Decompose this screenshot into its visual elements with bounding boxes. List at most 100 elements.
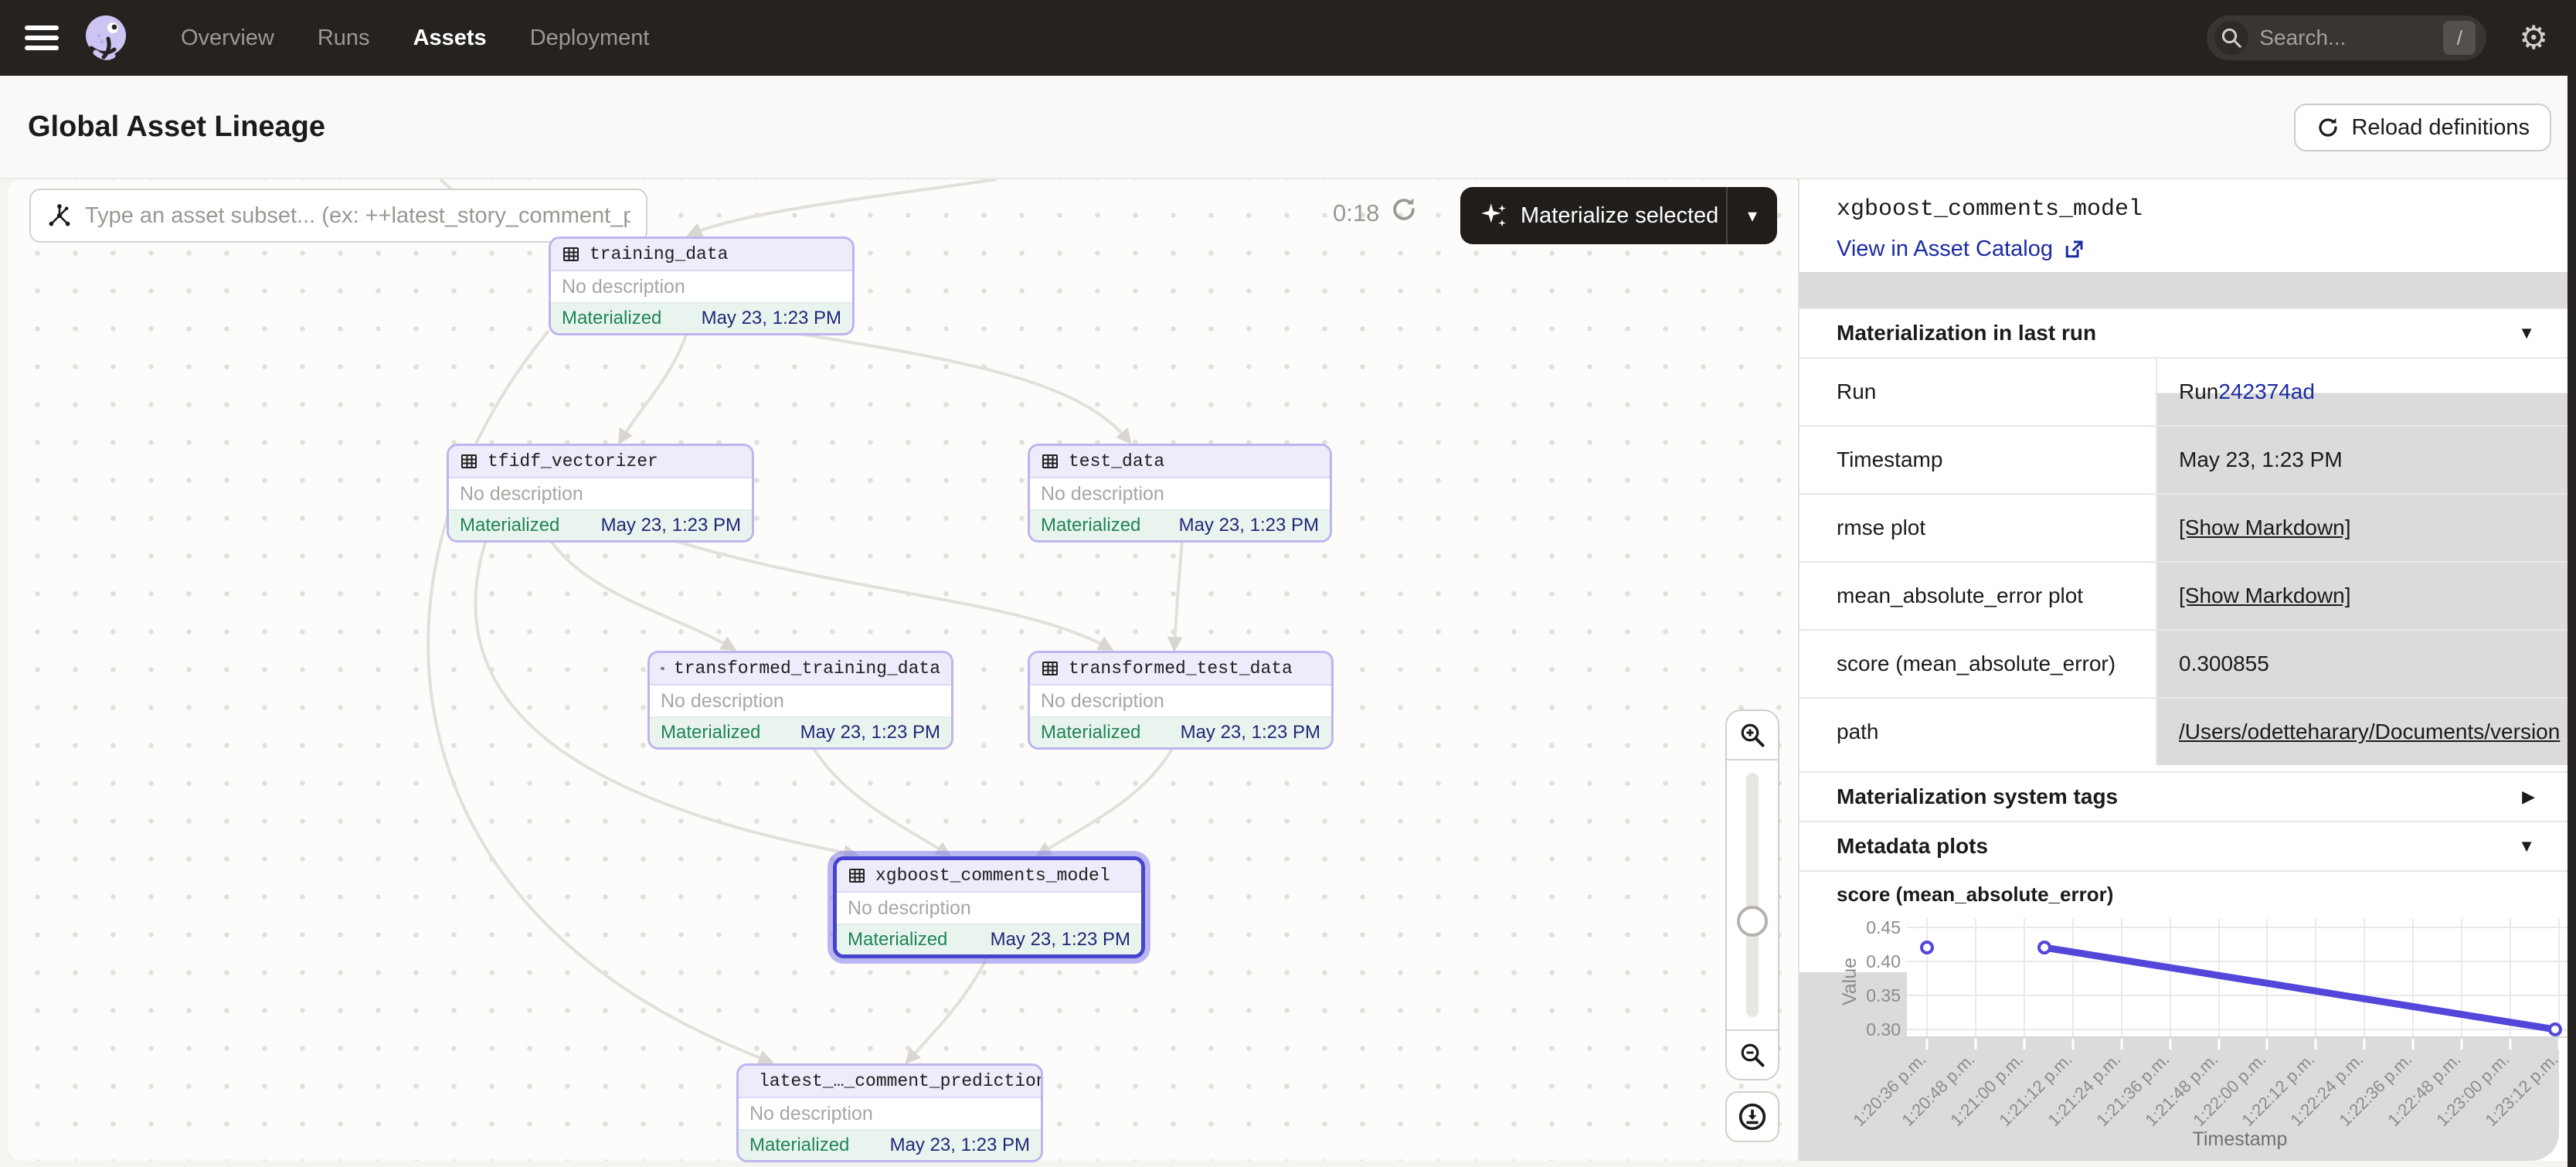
table-row-score: score (mean_absolute_error) 0.300855 — [1799, 629, 2569, 697]
show-markdown-link[interactable]: [Show Markdown] — [2179, 515, 2351, 540]
path-link[interactable]: /Users/odetteharary/Documents/version — [2179, 720, 2560, 744]
asset-node-latest-comment-predictions[interactable]: latest_…_comment_predictions No descript… — [736, 1063, 1043, 1162]
asset-subset-input[interactable] — [85, 203, 630, 229]
zoom-controls — [1725, 709, 1779, 1080]
refresh-icon — [2316, 115, 2340, 140]
zoom-out-button[interactable] — [1727, 1029, 1778, 1079]
top-nav: Overview Runs Assets Deployment / ⚙ — [0, 0, 2576, 76]
search-input[interactable] — [2259, 26, 2443, 50]
asset-node-training-data[interactable]: training_data No description Materialize… — [549, 236, 855, 335]
section-metadata-plots[interactable]: Metadata plots ▼ — [1799, 821, 2569, 870]
chevron-down-icon: ▼ — [2518, 836, 2535, 856]
materialize-selected-button[interactable]: Materialize selected ▾ — [1460, 187, 1777, 244]
node-description: No description — [650, 686, 951, 716]
asset-detail-panel: xgboost_comments_model View in Asset Cat… — [1798, 179, 2568, 1161]
show-markdown-link[interactable]: [Show Markdown] — [2179, 584, 2351, 608]
run-id-link[interactable]: 242374ad — [2218, 379, 2315, 404]
section-materialization-in-last-run[interactable]: Materialization in last run ▼ — [1799, 308, 2569, 357]
status-badge: Materialized — [562, 308, 661, 329]
node-timestamp: May 23, 1:23 PM — [991, 929, 1130, 951]
zoom-slider-handle[interactable] — [1737, 906, 1768, 937]
nav-item-deployment[interactable]: Deployment — [530, 26, 650, 51]
download-svg-button[interactable] — [1725, 1091, 1779, 1142]
table-icon — [1041, 659, 1059, 678]
table-row-rmse-plot: rmse plot [Show Markdown] — [1799, 493, 2569, 561]
node-description: No description — [739, 1098, 1041, 1129]
nav-item-runs[interactable]: Runs — [318, 26, 370, 51]
table-icon — [661, 659, 664, 678]
node-timestamp: May 23, 1:23 PM — [1181, 722, 1320, 743]
zoom-slider-track — [1746, 773, 1759, 1017]
reload-definitions-button[interactable]: Reload definitions — [2294, 104, 2551, 151]
status-badge: Materialized — [749, 1135, 849, 1156]
section-materialization-system-tags[interactable]: Materialization system tags ▶ — [1799, 771, 2569, 821]
asset-subset-filter[interactable] — [29, 189, 647, 243]
status-badge: Materialized — [1041, 722, 1140, 743]
score-line-chart: 0.45 0.40 0.35 0.30 Value 1:20:36 p.m. 1… — [1799, 917, 2569, 1161]
table-icon — [562, 245, 580, 264]
nav-item-overview[interactable]: Overview — [181, 26, 274, 51]
asset-detail-title: xgboost_comments_model — [1837, 196, 2143, 223]
page-title: Global Asset Lineage — [28, 111, 325, 144]
table-icon — [848, 866, 866, 885]
nav-items: Overview Runs Assets Deployment — [181, 26, 649, 51]
data-point — [1922, 942, 1932, 953]
node-timestamp: May 23, 1:23 PM — [1179, 515, 1319, 536]
node-description: No description — [837, 893, 1141, 924]
sparkle-icon — [1479, 201, 1508, 230]
asset-node-transformed-training-data[interactable]: transformed_training_data No description… — [647, 651, 953, 750]
y-axis-label: Value — [1839, 958, 1861, 1005]
metadata-chart-title: score (mean_absolute_error) — [1799, 870, 2569, 917]
table-row-mae-plot: mean_absolute_error plot [Show Markdown] — [1799, 561, 2569, 629]
global-search[interactable]: / — [2207, 15, 2486, 60]
hamburger-menu-icon[interactable] — [25, 26, 59, 50]
external-link-icon — [2062, 238, 2085, 261]
x-axis-label: Timestamp — [2193, 1128, 2288, 1150]
table-icon — [460, 452, 478, 471]
table-row-timestamp: Timestamp May 23, 1:23 PM — [1799, 425, 2569, 493]
node-timestamp: May 23, 1:23 PM — [800, 722, 940, 743]
zoom-slider[interactable] — [1727, 760, 1778, 1029]
zoom-in-icon — [1738, 721, 1766, 749]
status-badge: Materialized — [460, 515, 559, 536]
asset-node-test-data[interactable]: test_data No description MaterializedMay… — [1028, 444, 1332, 543]
asset-node-xgboost-comments-model[interactable]: xgboost_comments_model No description Ma… — [833, 856, 1145, 958]
refresh-graph-icon[interactable] — [1389, 195, 1419, 228]
nav-item-assets[interactable]: Assets — [413, 26, 487, 51]
materialize-dropdown-caret[interactable]: ▾ — [1726, 187, 1777, 244]
dagster-logo[interactable] — [80, 12, 131, 63]
op-selector-icon — [46, 202, 73, 229]
status-badge: Materialized — [661, 722, 760, 743]
table-icon — [1041, 452, 1059, 471]
svg-text:0.30: 0.30 — [1866, 1019, 1901, 1039]
node-timestamp: May 23, 1:23 PM — [702, 308, 841, 329]
zoom-in-button[interactable] — [1727, 711, 1778, 760]
search-icon — [2214, 21, 2248, 55]
node-description: No description — [449, 478, 752, 509]
page-header: Global Asset Lineage Reload definitions — [0, 76, 2576, 179]
chevron-down-icon: ▼ — [2518, 323, 2535, 343]
refresh-timer: 0:18 — [1333, 199, 1379, 227]
asset-node-transformed-test-data[interactable]: transformed_test_data No description Mat… — [1028, 651, 1334, 750]
view-in-asset-catalog-link[interactable]: View in Asset Catalog — [1837, 236, 2085, 262]
data-point — [2039, 942, 2050, 953]
svg-text:0.35: 0.35 — [1866, 985, 1901, 1005]
right-edge-scroll-strip[interactable] — [2568, 76, 2576, 1167]
status-badge: Materialized — [1041, 515, 1140, 536]
materialization-metadata-table: Run Run 242374ad Timestamp May 23, 1:23 … — [1799, 357, 2569, 765]
node-description: No description — [551, 271, 852, 302]
search-shortcut-badge: / — [2443, 21, 2476, 55]
status-badge: Materialized — [848, 929, 947, 951]
gear-icon[interactable]: ⚙ — [2519, 22, 2548, 54]
node-description: No description — [1030, 478, 1330, 509]
zoom-out-icon — [1738, 1041, 1766, 1069]
svg-text:0.45: 0.45 — [1866, 917, 1901, 937]
download-icon — [1737, 1101, 1768, 1132]
data-point — [2550, 1024, 2561, 1035]
table-row-path: path /Users/odetteharary/Documents/versi… — [1799, 697, 2569, 765]
node-timestamp: May 23, 1:23 PM — [890, 1135, 1030, 1156]
node-description: No description — [1030, 686, 1331, 716]
asset-node-tfidf-vectorizer[interactable]: tfidf_vectorizer No description Material… — [447, 444, 754, 543]
node-timestamp: May 23, 1:23 PM — [601, 515, 741, 536]
chevron-right-icon: ▶ — [2522, 787, 2535, 807]
